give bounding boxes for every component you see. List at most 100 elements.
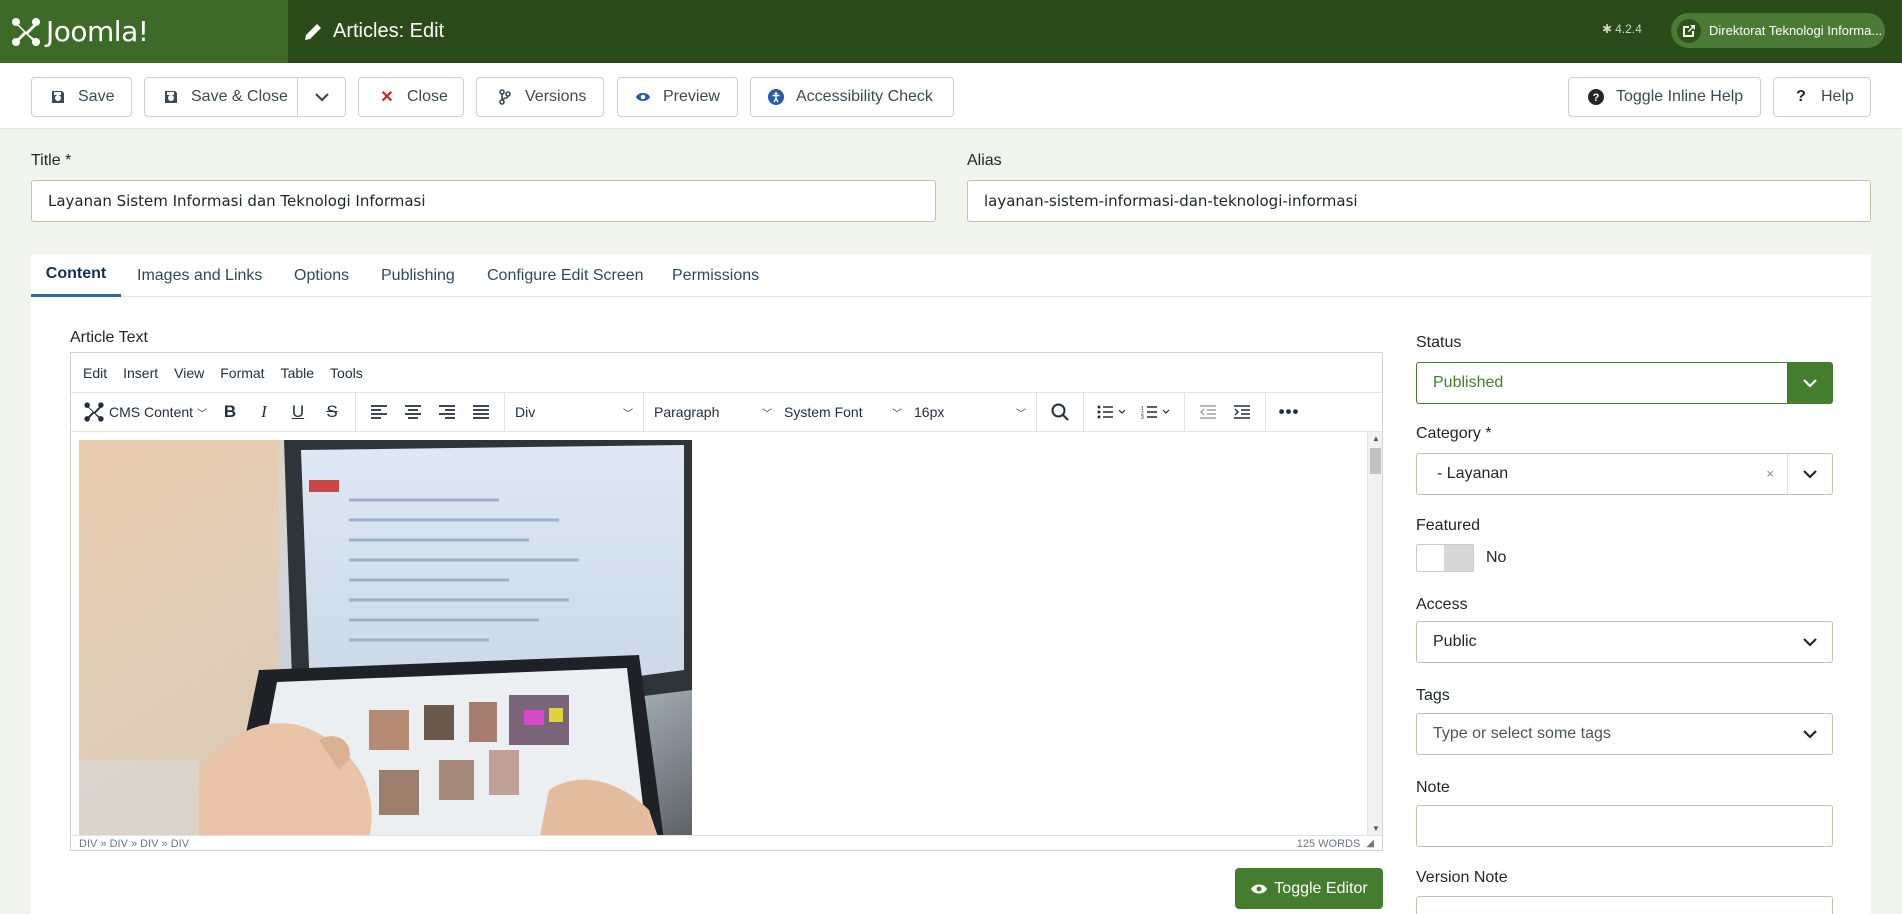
editor-scrollbar[interactable]: ▲ ▼ <box>1367 432 1382 835</box>
menu-format[interactable]: Format <box>220 365 264 381</box>
scroll-up-icon[interactable]: ▲ <box>1372 434 1380 443</box>
universal-access-icon <box>768 89 784 105</box>
article-text-label: Article Text <box>70 329 148 346</box>
access-label: Access <box>1416 596 1468 613</box>
save-close-button[interactable]: Save & Close <box>144 77 299 117</box>
align-right-icon[interactable] <box>430 397 464 427</box>
version-badge: ✱ 4.2.4 <box>1602 22 1642 36</box>
category-value: - Layanan <box>1437 465 1509 482</box>
chevron-down-icon: ﹀ <box>1016 408 1026 420</box>
status-select[interactable]: Published <box>1416 362 1833 404</box>
chevron-down-icon <box>1787 714 1832 754</box>
joomla-logo[interactable]: Joomla! <box>0 0 288 63</box>
menu-edit[interactable]: Edit <box>83 365 107 381</box>
clear-icon[interactable]: × <box>1766 466 1774 481</box>
save-close-label: Save & Close <box>191 88 288 105</box>
featured-value: No <box>1486 549 1507 566</box>
block-select-value: Div <box>515 404 536 420</box>
menu-view[interactable]: View <box>174 365 204 381</box>
access-select[interactable]: Public <box>1416 621 1833 663</box>
accessibility-check-button[interactable]: Accessibility Check <box>750 77 954 117</box>
search-icon[interactable] <box>1043 397 1077 427</box>
category-label: Category * <box>1416 425 1492 442</box>
title-input[interactable]: Layanan Sistem Informasi dan Teknologi I… <box>31 180 936 222</box>
editor-content-area[interactable] <box>71 432 1369 835</box>
save-options-dropdown[interactable] <box>297 77 346 117</box>
chevron-down-icon <box>1787 622 1832 662</box>
save-button[interactable]: Save <box>31 77 132 117</box>
svg-text:?: ? <box>1593 92 1600 104</box>
alias-label: Alias <box>967 152 1002 169</box>
cms-content-label: CMS Content <box>109 404 194 420</box>
close-icon: ✕ <box>380 89 394 106</box>
bullet-list-icon[interactable] <box>1090 397 1134 427</box>
joomla-small-icon: ✱ <box>1602 22 1613 36</box>
underline-icon[interactable]: U <box>281 397 315 427</box>
bold-icon[interactable]: B <box>213 397 247 427</box>
chevron-down-icon <box>1787 363 1832 403</box>
top-header: Joomla! Articles: Edit ✱ 4.2.4 Direktora… <box>0 0 1902 63</box>
format-select[interactable]: Paragraph ﹀ <box>648 397 778 427</box>
chevron-down-icon <box>1787 454 1832 494</box>
strikethrough-icon[interactable]: S <box>315 397 349 427</box>
alias-input[interactable]: layanan-sistem-informasi-dan-teknologi-i… <box>967 180 1871 222</box>
question-icon: ? <box>1796 88 1806 105</box>
tab-options[interactable]: Options <box>294 254 349 297</box>
eye-icon <box>635 89 651 105</box>
align-center-icon[interactable] <box>396 397 430 427</box>
scroll-thumb[interactable] <box>1370 448 1381 474</box>
menu-table[interactable]: Table <box>281 365 314 381</box>
help-button[interactable]: ? Help <box>1773 77 1871 117</box>
versions-button[interactable]: Versions <box>476 77 604 117</box>
rich-text-editor: Edit Insert View Format Table Tools CMS … <box>70 352 1383 851</box>
inline-help-label: Toggle Inline Help <box>1616 88 1744 105</box>
toggle-editor-label: Toggle Editor <box>1274 879 1368 897</box>
page-title: Articles: Edit <box>333 20 445 42</box>
version-note-label: Version Note <box>1416 869 1508 886</box>
cms-content-dropdown[interactable]: CMS Content ﹀ <box>77 397 213 427</box>
tab-permissions[interactable]: Permissions <box>672 254 759 297</box>
indent-icon[interactable] <box>1225 397 1259 427</box>
note-input[interactable] <box>1416 805 1833 847</box>
tab-publishing[interactable]: Publishing <box>381 254 455 297</box>
font-size-select[interactable]: 16px ﹀ <box>908 397 1032 427</box>
more-horizontal-icon[interactable]: ••• <box>1272 397 1306 427</box>
tags-label: Tags <box>1416 687 1450 704</box>
format-select-value: Paragraph <box>654 404 720 420</box>
featured-toggle[interactable] <box>1416 544 1474 572</box>
toggle-editor-button[interactable]: Toggle Editor <box>1235 868 1383 909</box>
tab-configure-edit-screen[interactable]: Configure Edit Screen <box>487 254 644 297</box>
view-site-button[interactable]: Direktorat Teknologi Informa... <box>1671 13 1885 48</box>
preview-button[interactable]: Preview <box>617 77 738 117</box>
tab-images-and-links[interactable]: Images and Links <box>137 254 262 297</box>
scroll-down-icon[interactable]: ▼ <box>1372 824 1380 833</box>
joomla-logo-icon <box>12 17 40 46</box>
resize-handle-icon[interactable]: ◢ <box>1366 838 1374 849</box>
chevron-down-icon <box>314 92 329 102</box>
category-select[interactable]: - Layanan × <box>1416 453 1833 495</box>
close-button[interactable]: ✕ Close <box>358 77 464 117</box>
tab-content[interactable]: Content <box>31 254 121 297</box>
block-select[interactable]: Div ﹀ <box>509 397 639 427</box>
toggle-knob <box>1444 545 1473 571</box>
article-image <box>79 440 692 835</box>
numbered-list-icon[interactable]: 123 <box>1134 397 1178 427</box>
font-select[interactable]: System Font ﹀ <box>778 397 908 427</box>
align-left-icon[interactable] <box>362 397 396 427</box>
element-path[interactable]: DIV » DIV » DIV » DIV <box>79 838 189 850</box>
tab-bar: Content Images and Links Options Publish… <box>31 254 1871 297</box>
outdent-icon[interactable] <box>1191 397 1225 427</box>
svg-text:3: 3 <box>1141 415 1144 419</box>
close-label: Close <box>407 88 448 105</box>
tags-select[interactable]: Type or select some tags <box>1416 713 1833 755</box>
menu-insert[interactable]: Insert <box>123 365 158 381</box>
accessibility-label: Accessibility Check <box>796 88 933 105</box>
menu-tools[interactable]: Tools <box>330 365 363 381</box>
status-value: Published <box>1433 374 1504 391</box>
preview-label: Preview <box>663 88 720 105</box>
version-note-input[interactable] <box>1416 896 1833 914</box>
italic-icon[interactable]: I <box>247 397 281 427</box>
align-justify-icon[interactable] <box>464 397 498 427</box>
toggle-inline-help-button[interactable]: ? Toggle Inline Help <box>1568 77 1761 117</box>
tags-placeholder: Type or select some tags <box>1433 725 1611 742</box>
